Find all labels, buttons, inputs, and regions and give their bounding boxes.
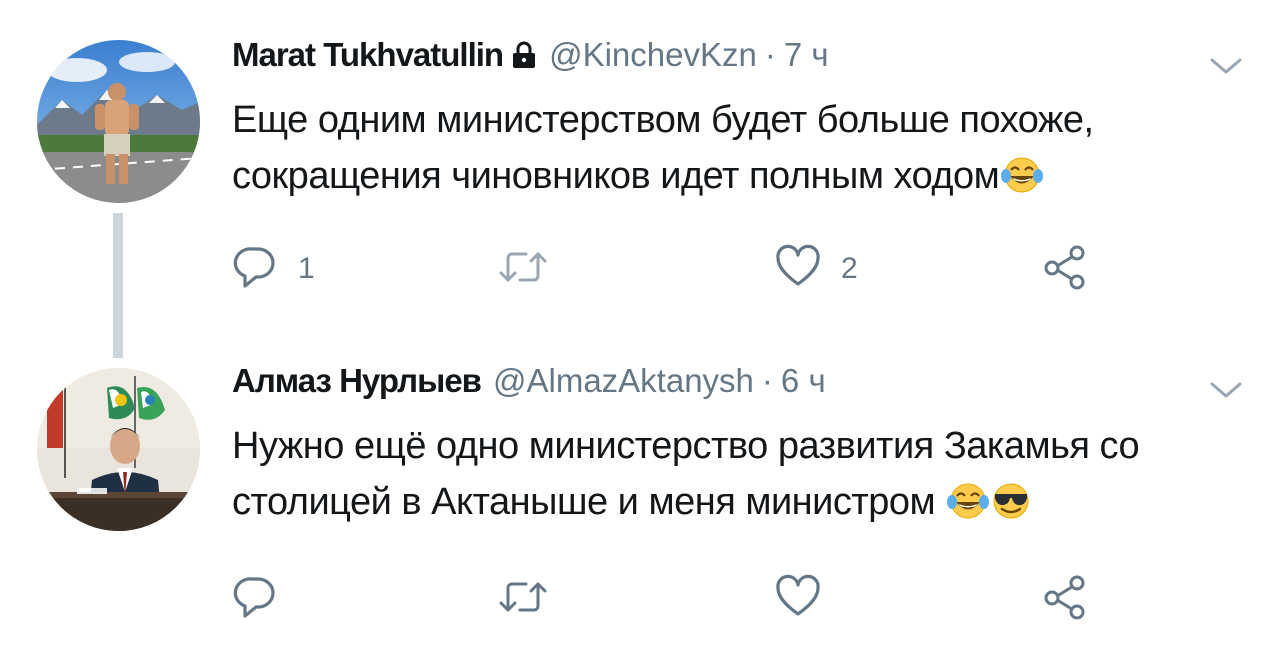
- tweet-text: Еще одним министерством будет больше пох…: [232, 92, 1242, 210]
- face-with-tears-of-joy-icon: [1001, 154, 1044, 210]
- lock-icon: [511, 41, 537, 74]
- chevron-down-icon[interactable]: [1208, 378, 1244, 402]
- tweet-text-line: Нужно ещё одно министерство развития Зак…: [232, 425, 1140, 467]
- author-name[interactable]: Marat Tukhvatullin: [232, 36, 504, 74]
- tweet-header: Marat Tukhvatullin @KinchevKzn · 7 ч: [232, 36, 829, 86]
- share-button[interactable]: [1042, 244, 1088, 294]
- tweet-text-line: Еще одним министерством будет больше пох…: [232, 99, 1094, 141]
- conversation-thread: Marat Tukhvatullin @KinchevKzn · 7 ч Еще…: [0, 0, 1280, 653]
- tweet[interactable]: Marat Tukhvatullin @KinchevKzn · 7 ч Еще…: [0, 0, 1280, 358]
- like-count: 2: [841, 252, 858, 285]
- tweet-timestamp[interactable]: 7 ч: [784, 36, 829, 74]
- reply-icon: [232, 574, 278, 625]
- heart-icon: [775, 244, 821, 295]
- avatar-photo: [37, 368, 200, 531]
- retweet-button[interactable]: [498, 574, 568, 624]
- face-with-tears-of-joy-icon: [947, 480, 990, 536]
- reply-count: 1: [298, 252, 315, 285]
- tweet-text-line: столицей в Актаныше и меня министром: [232, 481, 936, 523]
- like-button[interactable]: 2: [775, 244, 858, 294]
- heart-icon: [775, 574, 821, 625]
- chevron-down-icon[interactable]: [1208, 54, 1244, 78]
- separator-dot: ·: [761, 362, 773, 399]
- reply-button[interactable]: [232, 574, 298, 624]
- author-handle[interactable]: @AlmazAktanysh: [493, 362, 754, 400]
- share-button[interactable]: [1042, 574, 1088, 624]
- tweet[interactable]: Алмаз Нурлыев @AlmazAktanysh · 6 ч Нужно…: [0, 330, 1280, 653]
- retweet-button[interactable]: [498, 244, 568, 294]
- avatar-photo: [37, 40, 200, 203]
- author-name[interactable]: Алмаз Нурлыев: [232, 362, 482, 400]
- retweet-icon: [498, 244, 548, 295]
- tweet-header: Алмаз Нурлыев @AlmazAktanysh · 6 ч: [232, 362, 826, 412]
- smiling-face-with-sunglasses-icon: [991, 480, 1031, 536]
- tweet-text: Нужно ещё одно министерство развития Зак…: [232, 418, 1242, 536]
- tweet-timestamp[interactable]: 6 ч: [781, 362, 826, 400]
- tweet-text-line: сокращения чиновников идет полным ходом: [232, 155, 1000, 197]
- avatar[interactable]: [37, 40, 200, 203]
- avatar[interactable]: [37, 368, 200, 531]
- share-icon: [1042, 244, 1088, 295]
- tweet-actions: [232, 574, 1132, 624]
- author-handle[interactable]: @KinchevKzn: [549, 36, 757, 74]
- separator-dot: ·: [764, 36, 776, 73]
- retweet-icon: [498, 574, 548, 625]
- share-icon: [1042, 574, 1088, 625]
- tweet-actions: 1 2: [232, 244, 1132, 294]
- reply-icon: [232, 244, 278, 295]
- reply-button[interactable]: 1: [232, 244, 315, 294]
- like-button[interactable]: [775, 574, 841, 624]
